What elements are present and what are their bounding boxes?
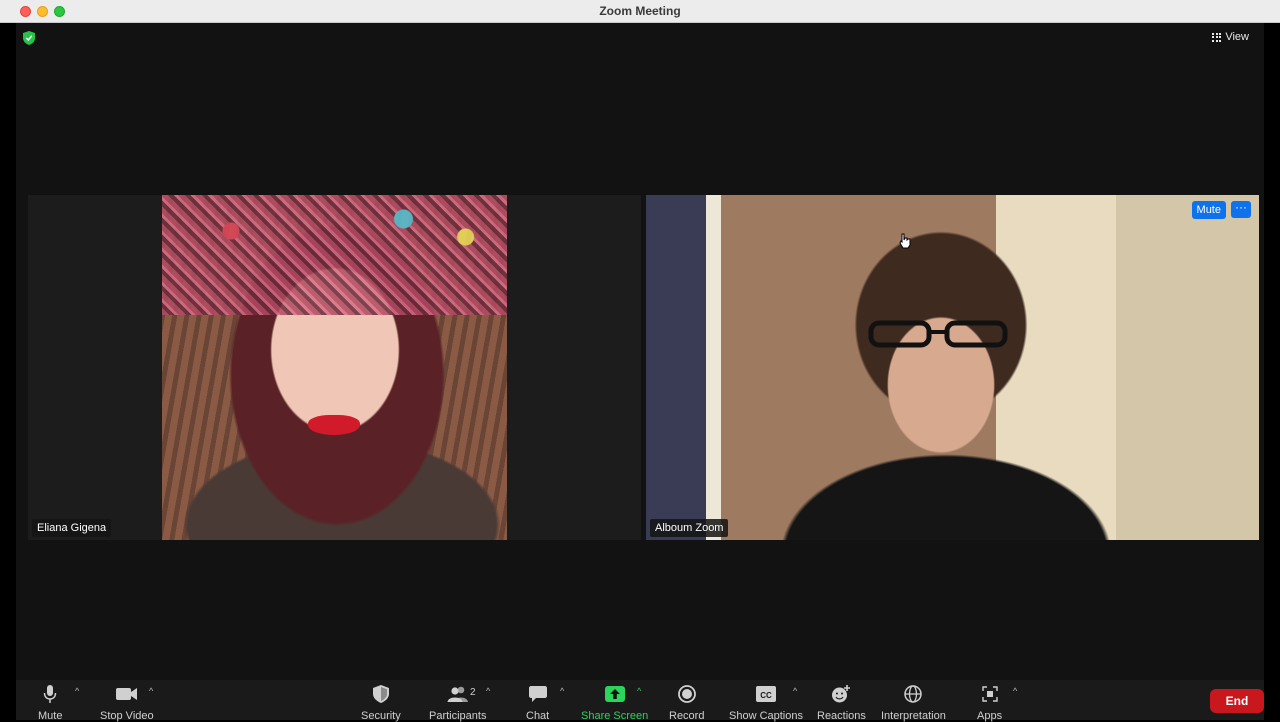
- share-screen-label: Share Screen: [581, 710, 649, 722]
- end-meeting-button[interactable]: End: [1210, 689, 1264, 713]
- mute-label: Mute: [38, 710, 63, 722]
- participant-video: [162, 195, 507, 540]
- smiley-plus-icon: [831, 683, 851, 705]
- reactions-label: Reactions: [817, 710, 866, 722]
- microphone-icon: [43, 683, 57, 705]
- more-options-button[interactable]: ···: [1231, 201, 1251, 218]
- participants-count-badge: 2: [470, 687, 476, 698]
- video-face-detail: [868, 320, 1008, 348]
- captions-options-caret-icon[interactable]: ^: [793, 686, 797, 696]
- apps-options-caret-icon[interactable]: ^: [1013, 686, 1017, 696]
- security-label: Security: [361, 710, 401, 722]
- share-screen-icon: [604, 683, 625, 705]
- participant-video: [646, 195, 1259, 540]
- record-button[interactable]: Record: [669, 683, 704, 722]
- video-face-detail: [308, 415, 360, 435]
- shield-icon: [372, 683, 389, 705]
- share-options-caret-icon[interactable]: ^: [637, 686, 641, 696]
- encryption-shield-icon[interactable]: [23, 31, 35, 45]
- grid-view-icon: [1212, 32, 1222, 42]
- chat-label: Chat: [526, 710, 550, 722]
- svg-text:CC: CC: [760, 691, 772, 700]
- hand-cursor-icon: [899, 233, 911, 249]
- show-captions-button[interactable]: CC Show Captions: [729, 683, 803, 722]
- stop-video-label: Stop Video: [100, 710, 154, 722]
- window-titlebar: Zoom Meeting: [0, 0, 1280, 23]
- participant-name-label: Eliana Gigena: [32, 519, 112, 537]
- record-icon: [677, 683, 696, 705]
- video-options-caret-icon[interactable]: ^: [149, 686, 153, 696]
- apps-icon: [981, 683, 998, 705]
- globe-icon: [904, 683, 923, 705]
- video-camera-icon: [115, 683, 138, 705]
- mute-participant-button[interactable]: Mute: [1191, 201, 1226, 219]
- view-button[interactable]: View: [1212, 31, 1249, 43]
- closed-captions-icon: CC: [756, 683, 776, 705]
- reactions-button[interactable]: Reactions: [817, 683, 866, 722]
- view-label: View: [1225, 31, 1249, 43]
- stop-video-button[interactable]: Stop Video: [100, 683, 154, 722]
- mute-button[interactable]: Mute: [38, 683, 62, 722]
- participants-options-caret-icon[interactable]: ^: [486, 686, 490, 696]
- interpretation-button[interactable]: Interpretation: [881, 683, 946, 722]
- apps-button[interactable]: Apps: [977, 683, 1002, 722]
- participants-icon: [447, 683, 469, 705]
- audio-options-caret-icon[interactable]: ^: [75, 686, 79, 696]
- participant-name-label: Alboum Zoom: [650, 519, 729, 537]
- record-label: Record: [669, 710, 705, 722]
- video-background-detail: [162, 195, 507, 315]
- video-tile-eliana[interactable]: Eliana Gigena: [28, 195, 641, 540]
- show-captions-label: Show Captions: [729, 710, 803, 722]
- security-button[interactable]: Security: [361, 683, 401, 722]
- window-title: Zoom Meeting: [599, 4, 681, 18]
- interpretation-label: Interpretation: [881, 710, 946, 722]
- participants-label: Participants: [429, 710, 487, 722]
- chat-button[interactable]: Chat: [526, 683, 549, 722]
- apps-label: Apps: [977, 710, 1003, 722]
- meeting-toolbar: Mute ^ Stop Video ^ Security Participant…: [16, 680, 1264, 722]
- video-tile-alboum[interactable]: Mute ··· Alboum Zoom: [646, 195, 1259, 540]
- chat-options-caret-icon[interactable]: ^: [560, 686, 564, 696]
- participants-button[interactable]: Participants: [429, 683, 486, 722]
- chat-bubble-icon: [528, 683, 547, 705]
